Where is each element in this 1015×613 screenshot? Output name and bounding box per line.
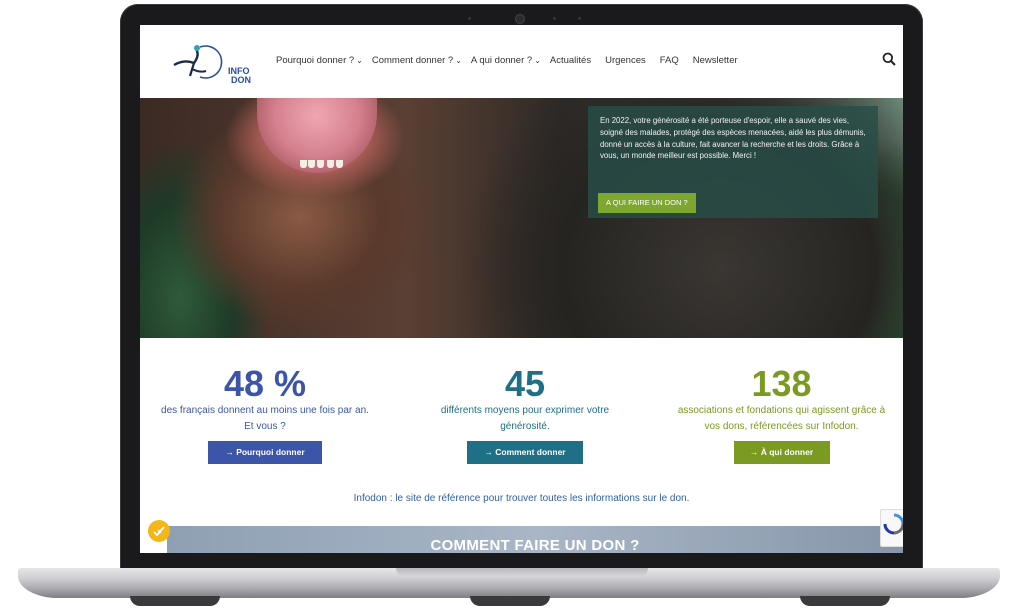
nav-label: A qui donner ? bbox=[470, 55, 533, 66]
chevron-down-icon: ⌄ bbox=[455, 56, 462, 65]
accessibility-icon[interactable] bbox=[148, 520, 170, 542]
a-qui-faire-un-don-button[interactable]: A QUI FAIRE UN DON ? bbox=[598, 193, 696, 213]
stat-comment: 45 différents moyens pour exprimer votre… bbox=[390, 365, 660, 464]
stat-description-line1: différents moyens pour exprimer votre bbox=[440, 405, 610, 416]
nav-label: Newsletter bbox=[692, 55, 738, 66]
camera-dot bbox=[553, 17, 556, 20]
a-qui-donner-button[interactable]: → À qui donner bbox=[733, 441, 830, 464]
stat-a-qui: 138 associations et fondations qui agiss… bbox=[660, 365, 903, 464]
nav-item-pourquoi-donner[interactable]: Pourquoi donner ? ⌄ bbox=[276, 55, 363, 66]
search-icon[interactable] bbox=[882, 52, 896, 66]
chevron-down-icon: ⌄ bbox=[534, 56, 541, 65]
browser-screen: INFO DON Pourquoi donner ? ⌄ Comment don… bbox=[140, 25, 903, 553]
stat-pourquoi: 48 % des français donnent au moins une f… bbox=[140, 365, 390, 464]
stat-description-line1: associations et fondations qui agissent … bbox=[677, 405, 886, 416]
pourquoi-donner-button[interactable]: → Pourquoi donner bbox=[208, 441, 322, 464]
nav-item-actualites[interactable]: Actualités bbox=[550, 55, 591, 66]
section-title: COMMENT FAIRE UN DON ? bbox=[430, 537, 640, 553]
nav-label: Pourquoi donner ? bbox=[276, 55, 355, 66]
laptop-foot bbox=[800, 596, 890, 606]
recaptcha-badge[interactable] bbox=[880, 509, 903, 547]
comment-donner-button[interactable]: → Comment donner bbox=[467, 441, 583, 464]
camera-dot bbox=[578, 17, 581, 20]
stat-description-line1: des français donnent au moins une fois p… bbox=[161, 405, 369, 416]
main-nav: Pourquoi donner ? ⌄ Comment donner ? ⌄ A… bbox=[276, 55, 747, 66]
site-header: INFO DON Pourquoi donner ? ⌄ Comment don… bbox=[140, 25, 903, 98]
checkmark-icon bbox=[153, 526, 165, 537]
stat-number: 138 bbox=[751, 363, 812, 404]
stat-description-line2: vos dons, référencées sur Infodon. bbox=[704, 421, 859, 432]
stat-number: 45 bbox=[504, 363, 546, 404]
nav-item-faq[interactable]: FAQ bbox=[660, 55, 679, 66]
camera-dot bbox=[468, 17, 471, 20]
recaptcha-icon bbox=[883, 513, 903, 535]
logo-text: INFO DON bbox=[228, 67, 251, 85]
laptop-foot bbox=[130, 596, 220, 606]
laptop-foot bbox=[470, 596, 550, 606]
hero-banner: En 2022, votre générosité a été porteuse… bbox=[140, 98, 903, 338]
nav-label: Actualités bbox=[549, 55, 592, 66]
hero-photo-teeth bbox=[300, 160, 346, 168]
logo-figure-icon bbox=[173, 45, 223, 79]
laptop-notch bbox=[396, 568, 648, 577]
camera-icon bbox=[515, 14, 525, 24]
site-tagline: Infodon : le site de référence pour trou… bbox=[353, 493, 690, 504]
stat-description-line2: Et vous ? bbox=[244, 421, 286, 432]
laptop-base bbox=[18, 568, 1000, 598]
nav-label: FAQ bbox=[659, 55, 679, 66]
chevron-down-icon: ⌄ bbox=[356, 56, 363, 65]
nav-item-comment-donner[interactable]: Comment donner ? ⌄ bbox=[372, 55, 462, 66]
nav-item-a-qui-donner[interactable]: A qui donner ? ⌄ bbox=[471, 55, 541, 66]
stat-description-line2: générosité. bbox=[500, 421, 550, 432]
nav-label: Comment donner ? bbox=[371, 55, 454, 66]
hero-text: En 2022, votre générosité a été porteuse… bbox=[600, 116, 866, 161]
logo-line-2: DON bbox=[231, 75, 251, 85]
how-to-donate-section: COMMENT FAIRE UN DON ? bbox=[167, 526, 903, 553]
hero-message-card: En 2022, votre générosité a été porteuse… bbox=[588, 106, 878, 218]
stat-number: 48 % bbox=[223, 363, 307, 404]
site-logo[interactable]: INFO DON bbox=[170, 43, 251, 85]
nav-item-urgences[interactable]: Urgences bbox=[605, 55, 646, 66]
nav-item-newsletter[interactable]: Newsletter bbox=[693, 55, 738, 66]
nav-label: Urgences bbox=[605, 55, 646, 66]
